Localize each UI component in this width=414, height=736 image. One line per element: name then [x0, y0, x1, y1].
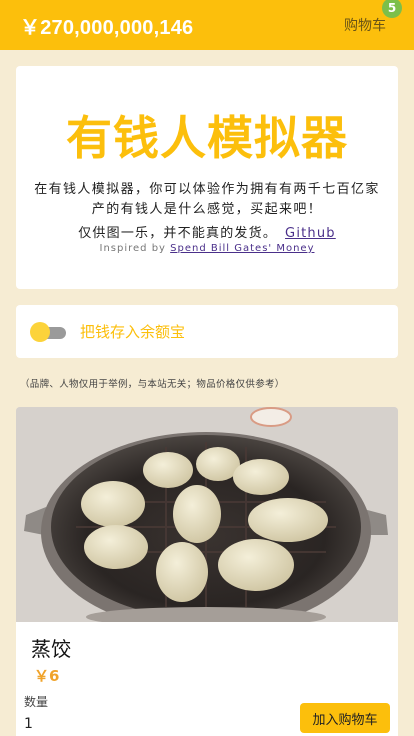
disclaimer-text: （品牌、人物仅用于举例，与本站无关；物品价格仅供参考）: [20, 379, 285, 390]
savings-toggle-card: 把钱存入余额宝: [16, 305, 398, 358]
intro-description: 在有钱人模拟器，你可以体验作为拥有有两千七百亿家产的有钱人是什么感觉，买起来吧！: [34, 182, 380, 217]
quantity-label: 数量: [24, 695, 49, 709]
savings-toggle-label[interactable]: 把钱存入余额宝: [80, 321, 185, 342]
intro-note: 仅供图一乐，并不能真的发货。 Github: [78, 222, 336, 241]
credit-prefix: Inspired by: [99, 243, 171, 254]
product-price: ￥6: [34, 667, 60, 685]
product-card: 蒸饺 ￥6 数量 1 加入购物车: [16, 407, 398, 736]
top-bar: ￥270,000,000,146 购物车 5: [0, 0, 414, 50]
add-to-cart-button[interactable]: 加入购物车: [300, 703, 390, 733]
cart-label: 购物车: [344, 18, 386, 34]
intro-card: 有钱人模拟器 在有钱人模拟器，你可以体验作为拥有有两千七百亿家产的有钱人是什么感…: [16, 66, 398, 289]
balance-display: ￥270,000,000,146: [20, 16, 194, 39]
product-name: 蒸饺: [31, 637, 71, 661]
switch-knob: [30, 321, 50, 342]
cart-count-badge: 5: [382, 0, 402, 18]
quantity-input[interactable]: 1: [24, 716, 33, 732]
credit-link[interactable]: Spend Bill Gates' Money: [170, 243, 314, 254]
intro-note-text: 仅供图一乐，并不能真的发货。: [78, 226, 278, 241]
steamed-dumplings-photo: [16, 407, 398, 622]
page-title: 有钱人模拟器: [66, 111, 348, 165]
github-link[interactable]: Github: [285, 226, 336, 241]
savings-toggle-switch[interactable]: [30, 321, 68, 342]
credit-line: Inspired by Spend Bill Gates' Money: [100, 243, 315, 254]
product-image: [16, 407, 398, 622]
cart-button[interactable]: 购物车 5: [344, 0, 402, 35]
